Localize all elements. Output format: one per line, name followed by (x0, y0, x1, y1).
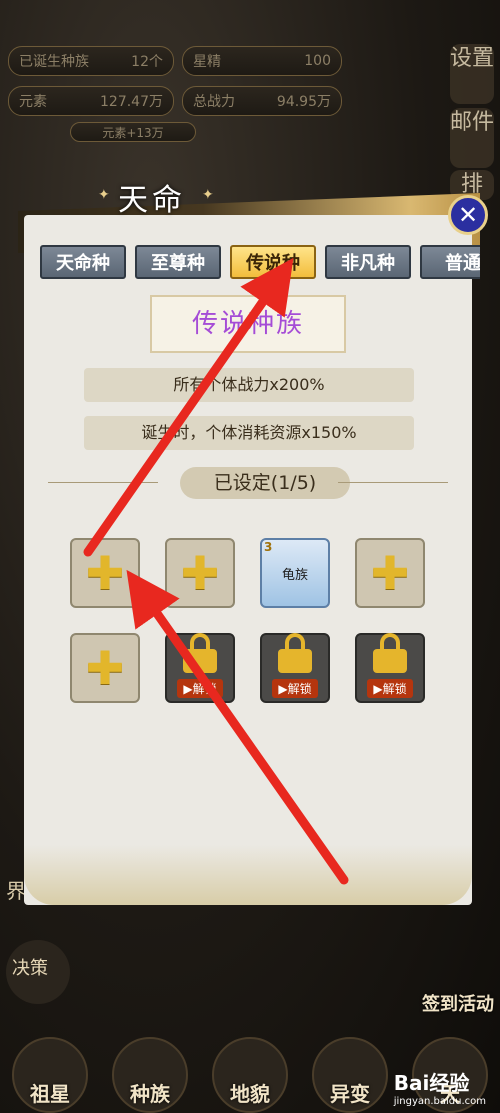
watermark-url: jingyan.baidu.com (393, 1096, 486, 1107)
watermark-brand: Bai经验 (393, 1071, 470, 1095)
arrow-to-first-slot (126, 569, 349, 885)
baidu-watermark: Bai经验 jingyan.baidu.com (394, 1067, 486, 1107)
arrow-to-legendary-tab (83, 257, 294, 557)
annotation-arrows (83, 257, 349, 885)
